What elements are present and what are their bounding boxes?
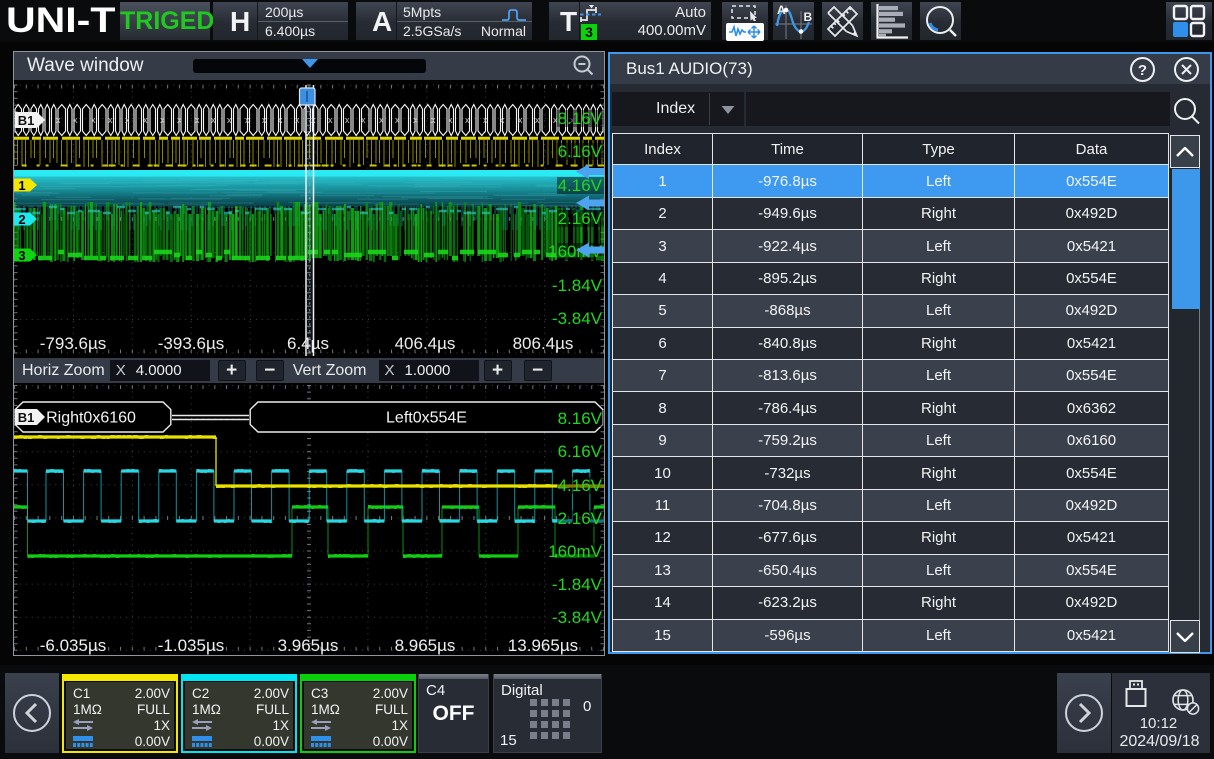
svg-text:x: x xyxy=(448,115,453,125)
svg-text:2.16V: 2.16V xyxy=(558,209,603,228)
svg-text:B1: B1 xyxy=(18,113,35,128)
svg-text:8.16V: 8.16V xyxy=(558,409,603,428)
svg-text:3.965µs: 3.965µs xyxy=(278,636,339,655)
svg-text:x: x xyxy=(245,115,250,125)
svg-text:6.16V: 6.16V xyxy=(558,142,603,161)
svg-text:x: x xyxy=(395,115,400,125)
svg-text:-3.84V: -3.84V xyxy=(552,309,603,328)
svg-text:x: x xyxy=(211,115,216,125)
svg-text:4.16V: 4.16V xyxy=(558,476,603,495)
svg-text:2: 2 xyxy=(18,212,25,227)
svg-text:8.965µs: 8.965µs xyxy=(395,636,456,655)
svg-text:?: ? xyxy=(1138,62,1147,79)
svg-text:2.16V: 2.16V xyxy=(558,509,603,528)
svg-text:x: x xyxy=(361,115,366,125)
svg-text:806.4µs: 806.4µs xyxy=(513,334,574,353)
svg-text:160mV: 160mV xyxy=(548,542,603,561)
svg-text:4.16V: 4.16V xyxy=(558,176,603,195)
svg-text:-1.84V: -1.84V xyxy=(552,575,603,594)
svg-text:x: x xyxy=(465,115,470,125)
svg-text:x: x xyxy=(262,115,267,125)
svg-text:-6.035µs: -6.035µs xyxy=(40,636,107,655)
svg-text:3: 3 xyxy=(18,248,25,263)
svg-text:8.16V: 8.16V xyxy=(558,109,603,128)
svg-text:x: x xyxy=(431,115,436,125)
svg-text:13.965µs: 13.965µs xyxy=(508,636,578,655)
svg-text:x: x xyxy=(328,115,333,125)
svg-text:x: x xyxy=(535,115,540,125)
svg-text:Right0x6160: Right0x6160 xyxy=(46,410,136,427)
svg-text:x: x xyxy=(500,115,505,125)
svg-text:-393.6µs: -393.6µs xyxy=(158,334,225,353)
svg-text:6.4µs: 6.4µs xyxy=(287,334,329,353)
svg-text:1: 1 xyxy=(18,178,25,193)
svg-text:x: x xyxy=(345,115,350,125)
svg-text:x: x xyxy=(278,115,283,125)
svg-text:x: x xyxy=(160,115,165,125)
svg-text:x: x xyxy=(108,115,113,125)
svg-text:x: x xyxy=(295,115,300,125)
svg-text:A: A xyxy=(777,3,786,17)
svg-text:-1.84V: -1.84V xyxy=(552,276,603,295)
svg-text:406.4µs: 406.4µs xyxy=(395,334,456,353)
svg-text:x: x xyxy=(413,115,418,125)
svg-text:x: x xyxy=(195,115,200,125)
svg-text:x: x xyxy=(227,115,232,125)
svg-text:6.16V: 6.16V xyxy=(558,442,603,461)
svg-text:x: x xyxy=(56,115,61,125)
svg-text:-793.6µs: -793.6µs xyxy=(40,334,107,353)
svg-text:x: x xyxy=(73,115,78,125)
svg-text:-3.84V: -3.84V xyxy=(552,608,603,627)
svg-text:B1: B1 xyxy=(18,410,35,425)
svg-text:x: x xyxy=(483,115,488,125)
svg-text:x: x xyxy=(177,115,182,125)
svg-text:B: B xyxy=(804,10,813,24)
svg-text:x: x xyxy=(91,115,96,125)
svg-text:-1.035µs: -1.035µs xyxy=(158,636,225,655)
svg-text:Left0x554E: Left0x554E xyxy=(386,410,467,427)
svg-text:x: x xyxy=(379,115,384,125)
svg-text:x: x xyxy=(518,115,523,125)
svg-text:x: x xyxy=(143,115,148,125)
svg-text:x: x xyxy=(125,115,130,125)
